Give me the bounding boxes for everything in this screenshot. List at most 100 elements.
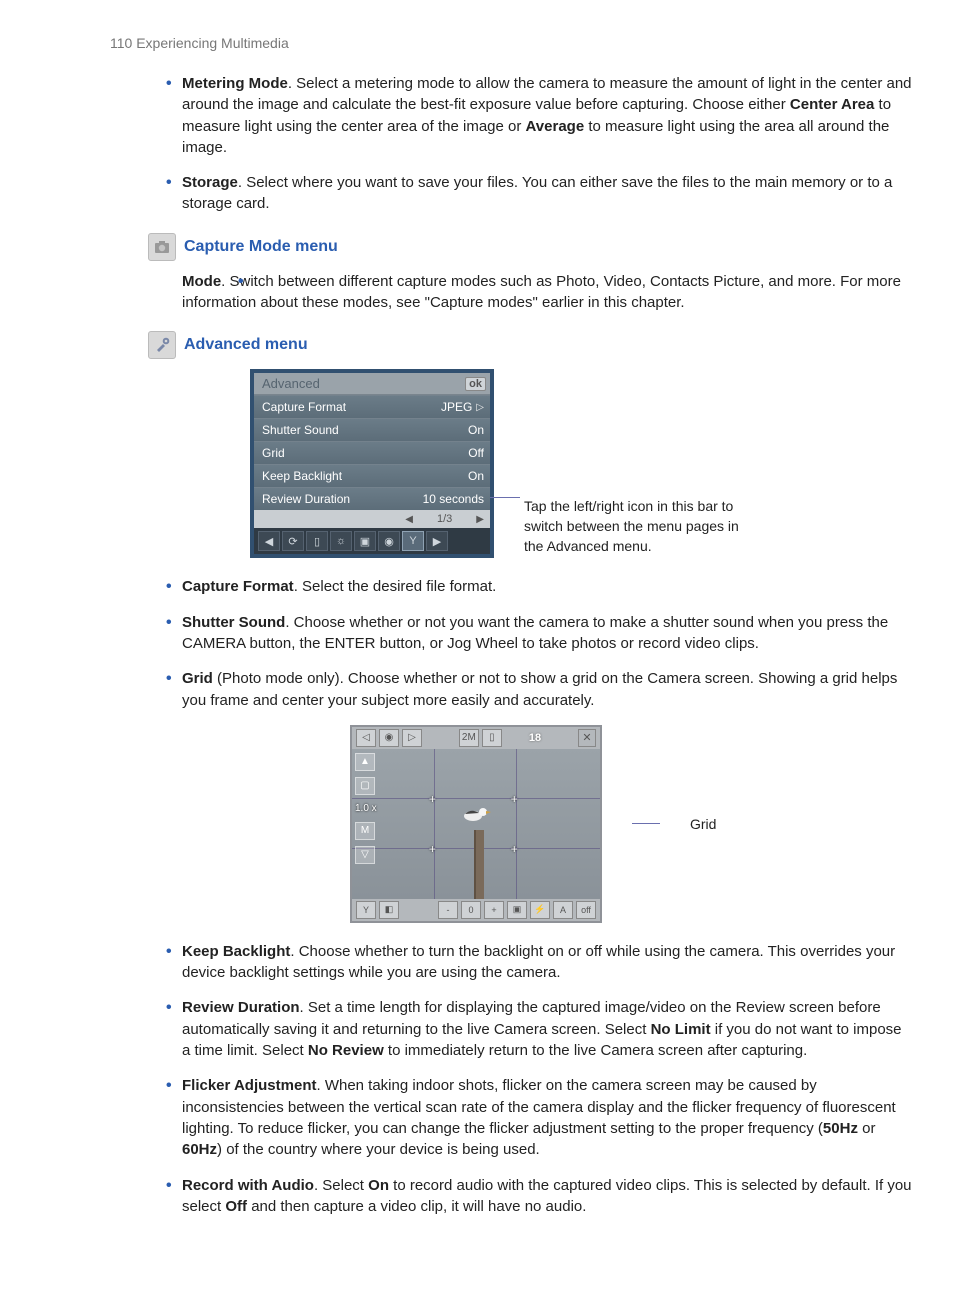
term: Flicker Adjustment — [182, 1077, 316, 1094]
zoom-out-icon[interactable]: ▽ — [355, 846, 375, 864]
brightness-icon[interactable]: ☼ — [330, 531, 352, 551]
bullet-metering-mode: Metering Mode. Select a metering mode to… — [110, 73, 914, 158]
row-value: 10 seconds — [423, 492, 484, 506]
flash-icon[interactable]: ⚡ — [530, 901, 550, 919]
row-value: On — [468, 469, 484, 483]
bullet-review-duration: Review Duration. Set a time length for d… — [110, 997, 914, 1061]
menu-row-shutter-sound[interactable]: Shutter Sound On — [254, 418, 490, 441]
storage-icon[interactable]: ▯ — [306, 531, 328, 551]
wb-auto-icon[interactable]: A — [553, 901, 573, 919]
text: . Choose whether or not you want the cam… — [182, 614, 888, 652]
advanced-menu-titlebar: Advanced ok — [254, 373, 490, 395]
camera-screen: ◁ ◉ ▷ 2M ▯ 18 ✕ + + + + — [350, 725, 602, 923]
grid-cross-icon: + — [429, 792, 436, 806]
camera-grid-figure: ◁ ◉ ▷ 2M ▯ 18 ✕ + + + + — [350, 725, 914, 923]
term: Center Area — [790, 96, 874, 113]
menu-row-keep-backlight[interactable]: Keep Backlight On — [254, 464, 490, 487]
menu-row-capture-format[interactable]: Capture Format JPEG▷ — [254, 395, 490, 418]
grid-cross-icon: + — [429, 842, 436, 856]
ev-minus-icon[interactable]: - — [438, 901, 458, 919]
camera-viewfinder: + + + + ▲ ▢ 1.0 x M ▽ — [352, 749, 600, 899]
text: to immediately return to the live Camera… — [384, 1042, 808, 1059]
camera-mode-icon[interactable]: ◉ — [379, 729, 399, 747]
grid-line — [516, 749, 517, 899]
callout-line — [490, 497, 520, 498]
callout-line — [632, 823, 660, 824]
term: 60Hz — [182, 1141, 217, 1158]
refresh-icon[interactable]: ⟳ — [282, 531, 304, 551]
page-content: 110 Experiencing Multimedia Metering Mod… — [0, 0, 954, 1291]
text: (Photo mode only). Choose whether or not… — [182, 670, 897, 708]
settings-icon[interactable]: Y — [356, 901, 376, 919]
text: . Select — [314, 1177, 368, 1194]
focus-icon[interactable]: ▣ — [507, 901, 527, 919]
chevron-right-icon: ▷ — [476, 402, 484, 413]
row-label: Shutter Sound — [262, 423, 339, 437]
shots-remaining: 18 — [529, 732, 541, 744]
image-icon[interactable]: ▣ — [354, 531, 376, 551]
zoom-label: 1.0 x — [355, 803, 377, 814]
ev-value-icon: 0 — [461, 901, 481, 919]
camera-bottom-bar: Y ◧ - 0 + ▣ ⚡ A off — [352, 899, 600, 921]
exposure-icon[interactable]: ◧ — [379, 901, 399, 919]
term: Grid — [182, 670, 213, 687]
term: Storage — [182, 174, 238, 191]
resolution-icon[interactable]: 2M — [459, 729, 479, 747]
zoom-in-icon[interactable]: ▲ — [355, 753, 375, 771]
ok-button[interactable]: ok — [465, 377, 486, 391]
grid-cross-icon: + — [511, 792, 518, 806]
camera-mode-icon[interactable]: ◉ — [378, 531, 400, 551]
bullet-storage: Storage. Select where you want to save y… — [110, 172, 914, 215]
row-value: JPEG — [441, 400, 472, 414]
subject-post — [474, 830, 484, 899]
text: . Select the desired file format. — [294, 578, 497, 595]
row-label: Keep Backlight — [262, 469, 342, 483]
camera-icon — [148, 233, 176, 261]
bullet-shutter-sound: Shutter Sound. Choose whether or not you… — [110, 612, 914, 655]
bullet-keep-backlight: Keep Backlight. Choose whether to turn t… — [110, 941, 914, 984]
section-title: Advanced menu — [184, 336, 308, 354]
grid-cross-icon: + — [511, 842, 518, 856]
menu-row-review-duration[interactable]: Review Duration 10 seconds — [254, 487, 490, 510]
menu-row-grid[interactable]: Grid Off — [254, 441, 490, 464]
term: No Limit — [651, 1021, 711, 1038]
capture-mode-section: Capture Mode menu Mode. Switch between d… — [110, 233, 914, 314]
zoom-controls: ▲ ▢ 1.0 x M ▽ — [355, 753, 377, 864]
term: On — [368, 1177, 389, 1194]
text: . Switch between different capture modes… — [182, 273, 901, 311]
term: Shutter Sound — [182, 614, 285, 631]
row-label: Review Duration — [262, 492, 350, 506]
subject-bird — [461, 802, 491, 828]
nav-right-icon[interactable]: ▶ — [426, 531, 448, 551]
grid-line — [434, 749, 435, 899]
pager-left-icon[interactable]: ◀ — [405, 514, 413, 525]
ev-plus-icon[interactable]: + — [484, 901, 504, 919]
section-heading-advanced: Advanced menu — [148, 331, 914, 359]
close-icon[interactable]: ✕ — [578, 729, 596, 747]
page-header: 110 Experiencing Multimedia — [110, 35, 914, 51]
tools-icon — [148, 331, 176, 359]
storage-icon[interactable]: ▯ — [482, 729, 502, 747]
mode-left-icon[interactable]: ◁ — [356, 729, 376, 747]
section-heading-capture: Capture Mode menu — [148, 233, 914, 261]
nav-left-icon[interactable]: ◀ — [258, 531, 280, 551]
term: Keep Backlight — [182, 943, 290, 960]
row-value: On — [468, 423, 484, 437]
term: Metering Mode — [182, 75, 288, 92]
zoom-indicator-icon: ▢ — [355, 777, 375, 795]
text: . Select where you want to save your fil… — [182, 174, 892, 212]
mode-right-icon[interactable]: ▷ — [402, 729, 422, 747]
timer-off-icon[interactable]: off — [576, 901, 596, 919]
grid-line — [352, 798, 600, 799]
term: Off — [225, 1198, 247, 1215]
pager-text: 1/3 — [437, 513, 452, 525]
bullet-record-with-audio: Record with Audio. Select On to record a… — [110, 1175, 914, 1218]
bullet-grid: Grid (Photo mode only). Choose whether o… — [110, 668, 914, 711]
bullet-capture-format: Capture Format. Select the desired file … — [110, 576, 914, 597]
term: Record with Audio — [182, 1177, 314, 1194]
tools-tab-icon[interactable]: Y — [402, 531, 424, 551]
term: 50Hz — [823, 1120, 858, 1137]
term: Average — [526, 118, 585, 135]
section-title: Capture Mode menu — [184, 238, 338, 256]
pager-right-icon[interactable]: ▶ — [476, 514, 484, 525]
